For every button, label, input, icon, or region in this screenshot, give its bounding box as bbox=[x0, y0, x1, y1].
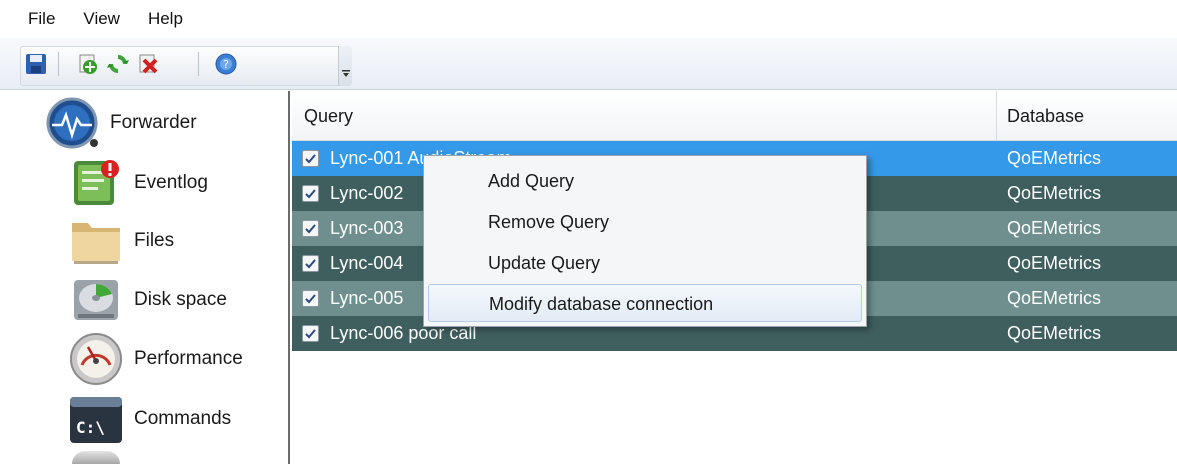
sidebar-item-performance[interactable]: Performance bbox=[68, 331, 243, 387]
sidebar-item-eventlog[interactable]: Eventlog bbox=[68, 155, 208, 211]
folder-icon bbox=[68, 213, 124, 269]
sidebar-item-files[interactable]: Files bbox=[68, 213, 174, 269]
row-query-name: Lync-004 bbox=[330, 253, 404, 273]
menu-file[interactable]: File bbox=[28, 9, 67, 29]
context-menu-remove-query[interactable]: Remove Query bbox=[428, 203, 862, 241]
grid-header: Query Database bbox=[292, 91, 1177, 141]
context-menu-update-query[interactable]: Update Query bbox=[428, 244, 862, 282]
row-query-name: Lync-002 bbox=[330, 183, 404, 203]
sidebar: Forwarder Eventlog Files Disk space Perf… bbox=[0, 91, 290, 464]
sidebar-item-label: Files bbox=[134, 230, 175, 251]
forwarder-icon bbox=[44, 95, 100, 151]
column-header-query[interactable]: Query bbox=[292, 91, 997, 141]
row-checkbox[interactable] bbox=[302, 255, 319, 272]
context-menu: Add Query Remove Query Update Query Modi… bbox=[423, 155, 867, 327]
chevron-down-icon bbox=[342, 70, 350, 77]
sidebar-item-label: Forwarder bbox=[110, 112, 197, 133]
add-icon[interactable] bbox=[76, 52, 100, 76]
check-icon bbox=[305, 224, 316, 234]
row-database-name: QoEMetrics bbox=[1007, 253, 1102, 273]
row-database-name: QoEMetrics bbox=[1007, 183, 1102, 203]
row-checkbox[interactable] bbox=[302, 325, 319, 342]
context-menu-modify-database-connection[interactable]: Modify database connection bbox=[428, 284, 862, 322]
disk-icon bbox=[68, 272, 124, 328]
sidebar-item-disk-space[interactable]: Disk space bbox=[68, 272, 227, 328]
save-icon[interactable] bbox=[24, 52, 48, 76]
toolbar-overflow-button[interactable] bbox=[338, 46, 352, 86]
check-icon bbox=[305, 294, 316, 304]
eventlog-icon bbox=[68, 155, 124, 211]
refresh-icon[interactable] bbox=[106, 52, 130, 76]
toolbar: ? bbox=[0, 38, 1177, 90]
sidebar-item-forwarder[interactable]: Forwarder bbox=[44, 95, 197, 151]
check-icon bbox=[305, 189, 316, 199]
row-checkbox[interactable] bbox=[302, 290, 319, 307]
check-icon bbox=[305, 154, 316, 164]
menu-bar: File View Help bbox=[0, 0, 1177, 38]
row-database-name: QoEMetrics bbox=[1007, 323, 1102, 343]
row-query-name: Lync-005 bbox=[330, 288, 404, 308]
svg-text:?: ? bbox=[223, 58, 229, 71]
toolbar-separator bbox=[198, 52, 199, 76]
help-icon[interactable]: ? bbox=[214, 52, 238, 76]
command-prompt-icon: C:\ bbox=[68, 391, 124, 447]
svg-text:C:\: C:\ bbox=[76, 418, 105, 437]
row-checkbox[interactable] bbox=[302, 220, 319, 237]
sidebar-item-label: Performance bbox=[134, 348, 243, 369]
toolbar-separator bbox=[58, 52, 59, 76]
sidebar-item-label: Disk space bbox=[134, 289, 227, 310]
sidebar-item-commands[interactable]: C:\ Commands bbox=[68, 391, 231, 447]
row-checkbox[interactable] bbox=[302, 185, 319, 202]
sidebar-item-label: Commands bbox=[134, 408, 232, 429]
check-icon bbox=[305, 329, 316, 339]
row-database-name: QoEMetrics bbox=[1007, 218, 1102, 238]
partial-icon bbox=[72, 451, 120, 464]
gauge-icon bbox=[68, 331, 124, 387]
toolbar-strip bbox=[20, 46, 350, 86]
context-menu-add-query[interactable]: Add Query bbox=[428, 162, 862, 200]
row-database-name: QoEMetrics bbox=[1007, 288, 1102, 308]
delete-icon[interactable] bbox=[136, 52, 160, 76]
check-icon bbox=[305, 259, 316, 269]
row-query-name: Lync-003 bbox=[330, 218, 404, 238]
menu-view[interactable]: View bbox=[83, 9, 132, 29]
column-header-database[interactable]: Database bbox=[997, 91, 1177, 141]
menu-help[interactable]: Help bbox=[148, 9, 195, 29]
row-checkbox[interactable] bbox=[302, 150, 319, 167]
row-database-name: QoEMetrics bbox=[1007, 148, 1102, 168]
sidebar-item-label: Eventlog bbox=[134, 172, 208, 193]
